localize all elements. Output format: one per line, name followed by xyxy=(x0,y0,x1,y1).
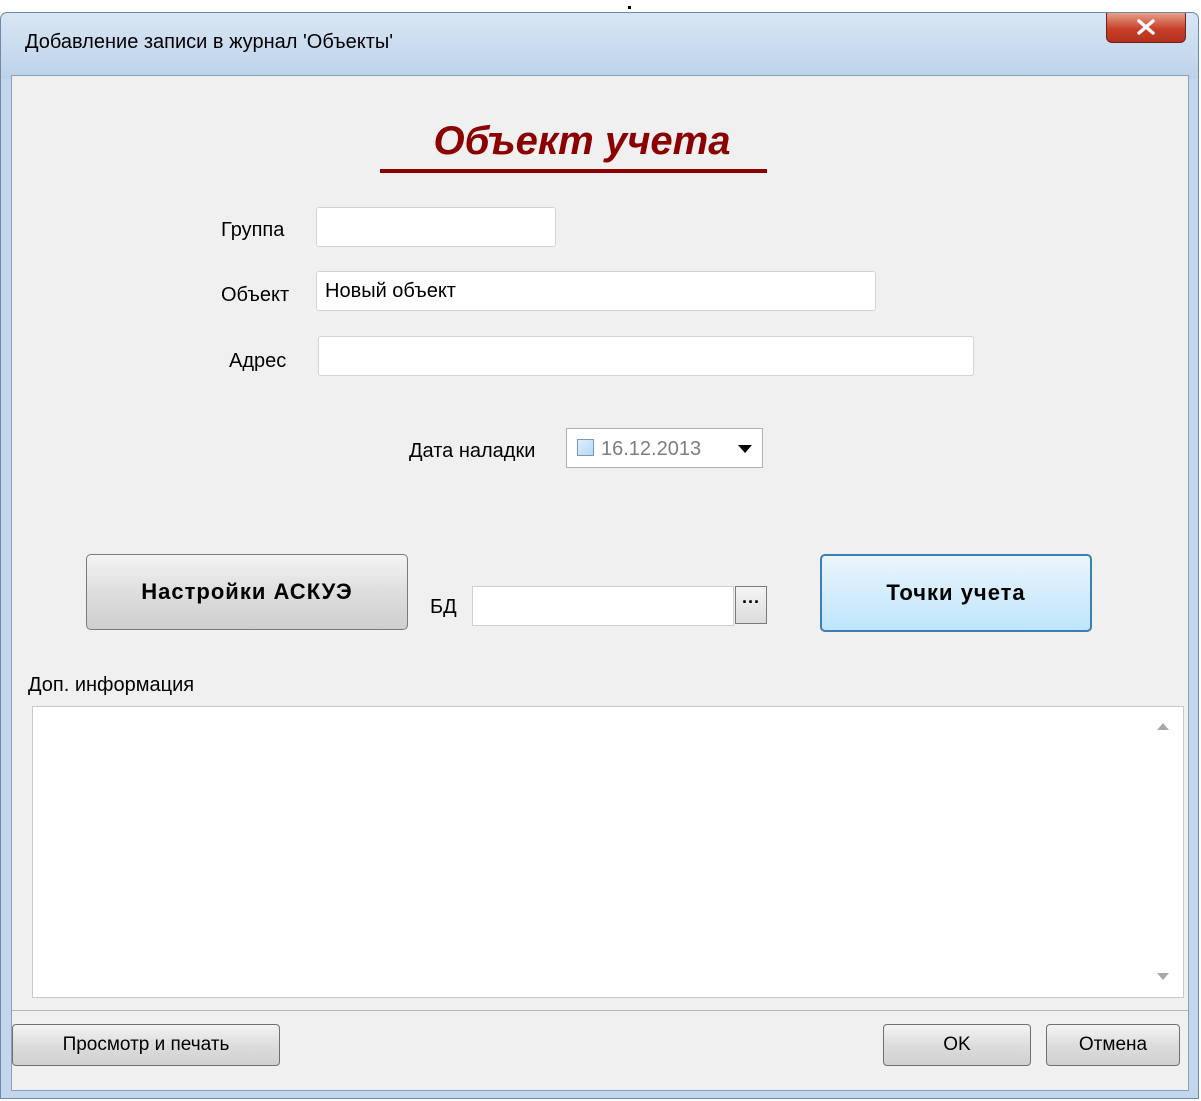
setup-date-label: Дата наладки xyxy=(409,440,536,462)
setup-date-picker[interactable]: 16.12.2013 xyxy=(566,428,763,468)
scroll-down-arrow-icon[interactable] xyxy=(1157,973,1169,980)
stray-dot xyxy=(628,6,631,9)
object-input[interactable]: Новый объект xyxy=(316,271,876,311)
db-label: БД xyxy=(430,596,457,618)
address-input[interactable] xyxy=(318,336,974,376)
extra-info-textarea[interactable] xyxy=(32,706,1184,998)
setup-date-checkbox[interactable] xyxy=(577,439,594,456)
dialog-window: Добавление записи в журнал 'Объекты' Объ… xyxy=(0,12,1199,1099)
form-heading: Объект учета xyxy=(433,119,731,163)
chevron-down-icon[interactable] xyxy=(738,445,752,453)
close-button[interactable] xyxy=(1106,13,1186,43)
address-label: Адрес xyxy=(229,350,287,372)
title-bar[interactable]: Добавление записи в журнал 'Объекты' xyxy=(1,13,1198,79)
heading-underline xyxy=(380,169,767,173)
group-label: Группа xyxy=(221,219,285,241)
close-icon xyxy=(1137,19,1155,35)
window-title: Добавление записи в журнал 'Объекты' xyxy=(25,31,394,53)
cancel-button[interactable]: Отмена xyxy=(1046,1024,1180,1066)
scroll-up-arrow-icon[interactable] xyxy=(1157,723,1169,730)
db-browse-button[interactable]: ··· xyxy=(735,586,767,624)
db-path-input[interactable] xyxy=(472,586,734,626)
preview-print-button[interactable]: Просмотр и печать xyxy=(12,1024,280,1066)
footer-divider xyxy=(12,1010,1188,1011)
dialog-client-area: Объект учета Группа Объект Новый объект … xyxy=(11,75,1189,1091)
metering-points-button[interactable]: Точки учета xyxy=(820,554,1092,632)
setup-date-value: 16.12.2013 xyxy=(601,438,702,460)
extra-info-label: Доп. информация xyxy=(28,674,195,696)
group-input[interactable] xyxy=(316,207,556,247)
ok-button[interactable]: OK xyxy=(883,1024,1031,1066)
object-label: Объект xyxy=(221,284,290,306)
asku-settings-button[interactable]: Настройки АСКУЭ xyxy=(86,554,408,630)
